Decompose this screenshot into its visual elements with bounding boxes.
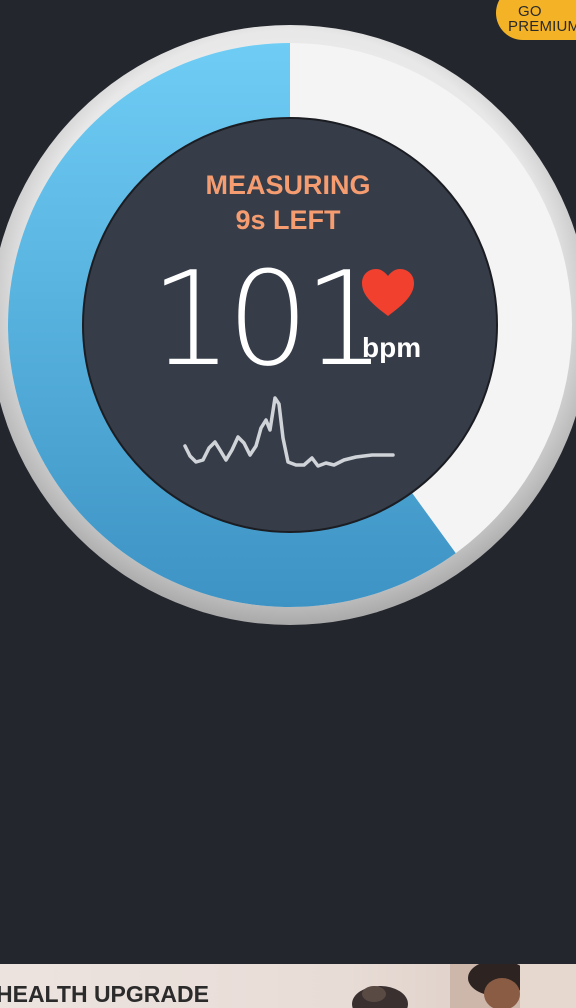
ad-title: HEALTH UPGRADE xyxy=(0,981,209,1007)
premium-line-1: GO xyxy=(518,3,542,20)
bpm-value: 101 xyxy=(150,243,386,395)
heart-rate-screen: MEASURING 9s LEFT 101 bpm GO PREMIUM HEA… xyxy=(0,0,576,1008)
bpm-unit-label: bpm xyxy=(362,332,422,363)
time-left-label: 9s LEFT xyxy=(235,205,341,235)
ad-image xyxy=(352,964,576,1008)
measuring-status: MEASURING xyxy=(205,170,371,200)
ad-banner[interactable]: HEALTH UPGRADE xyxy=(0,964,576,1008)
go-premium-button[interactable]: GO PREMIUM xyxy=(496,0,576,40)
heart-icon xyxy=(362,269,414,316)
premium-line-2: PREMIUM xyxy=(508,18,576,35)
